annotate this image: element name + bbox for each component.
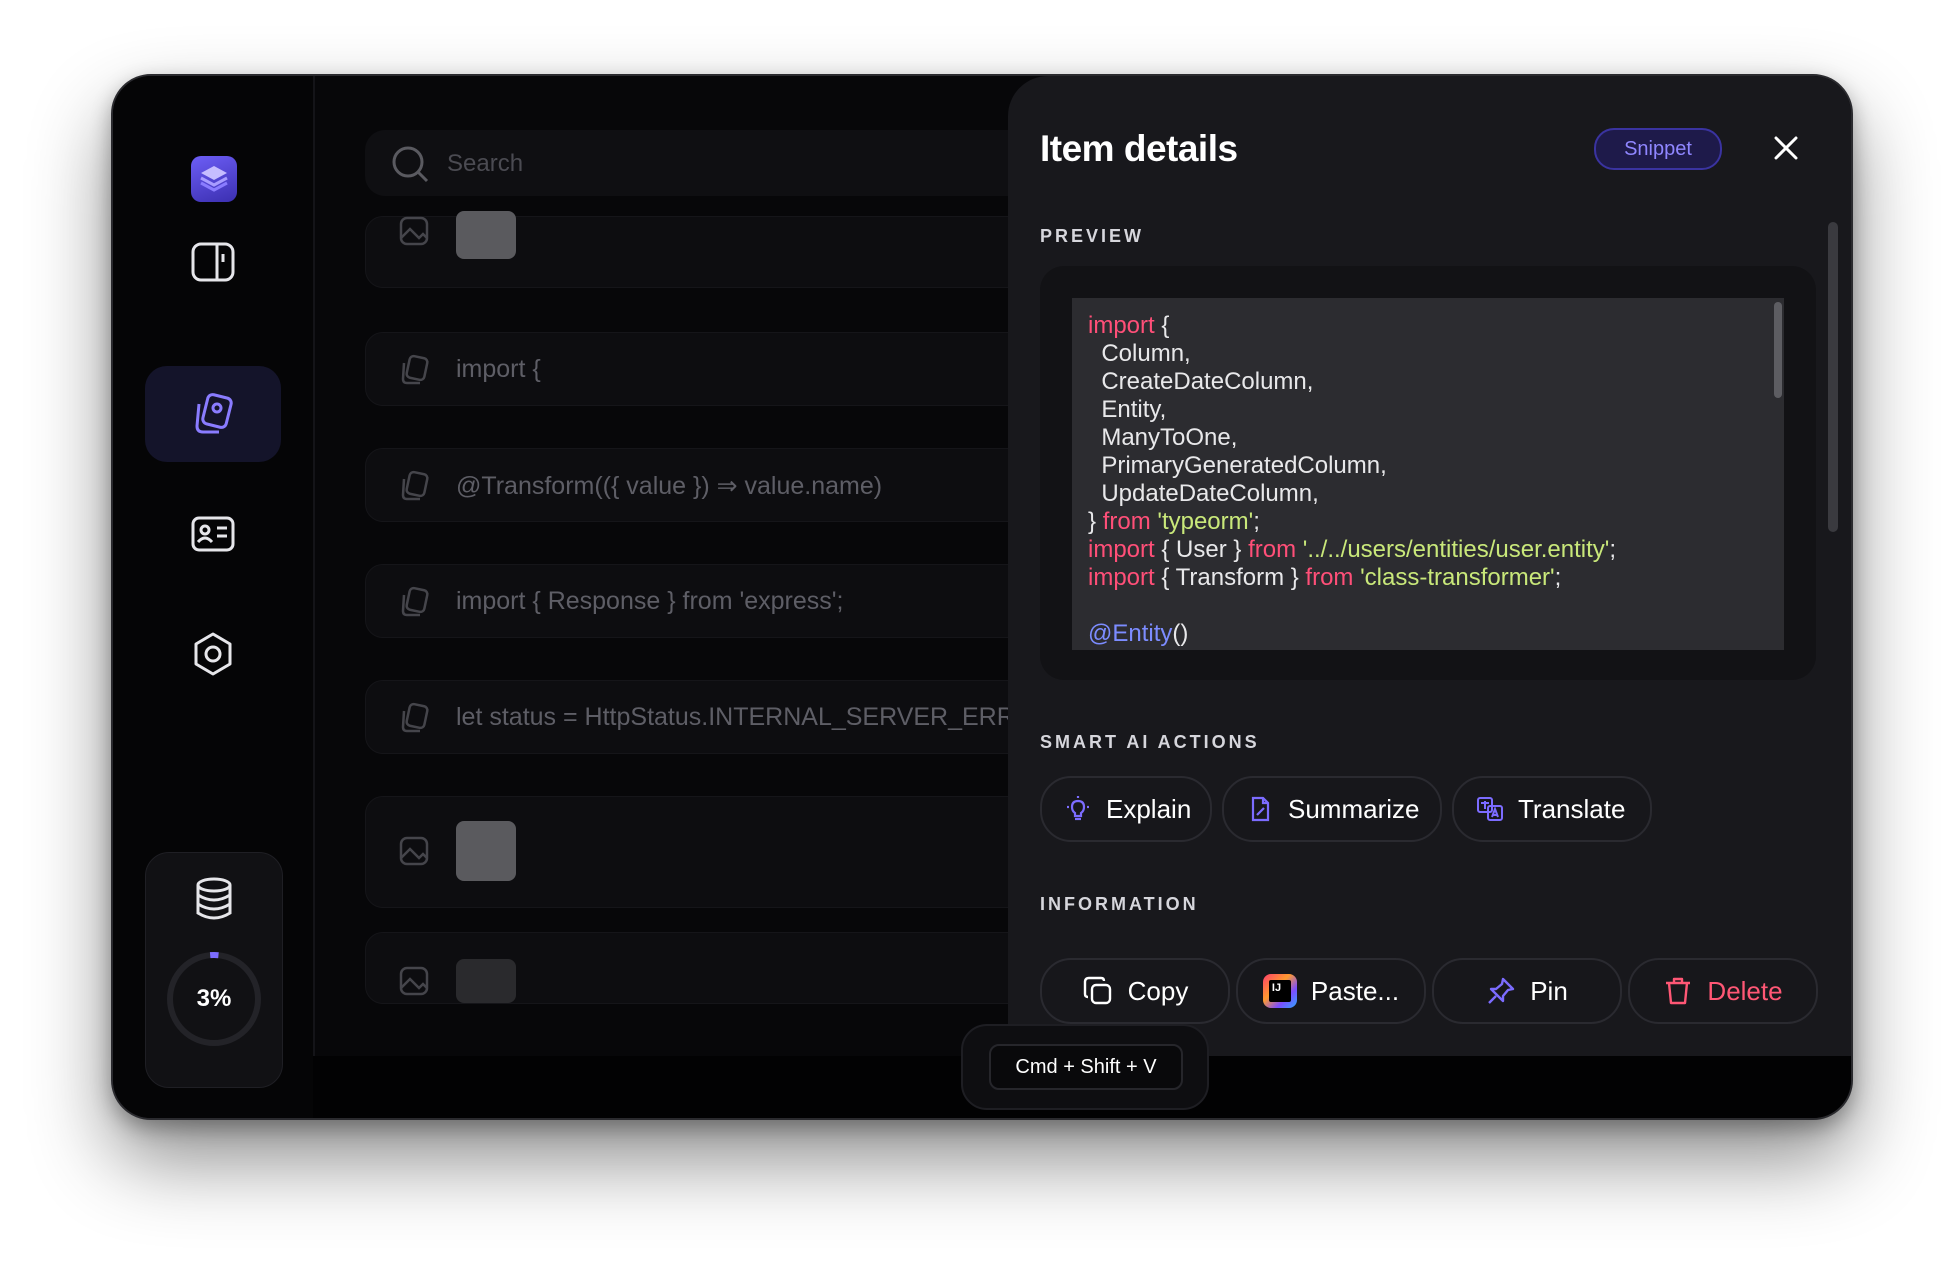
explain-label: Explain <box>1106 793 1192 824</box>
search-icon <box>392 146 429 183</box>
image-icon <box>399 966 429 996</box>
copy-icon <box>1083 976 1111 1005</box>
code-preview[interactable]: import { Column, CreateDateColumn, Entit… <box>1072 298 1784 650</box>
pin-button[interactable]: Pin <box>1432 958 1622 1024</box>
panel-scrollbar[interactable] <box>1828 222 1838 532</box>
search-input[interactable]: Search <box>447 150 523 178</box>
copy-button[interactable]: Copy <box>1040 958 1230 1024</box>
image-icon <box>399 216 429 246</box>
delete-label: Delete <box>1707 975 1783 1006</box>
list-item-text: import { <box>456 355 541 383</box>
image-icon <box>399 836 429 866</box>
pin-icon <box>1488 977 1515 1004</box>
list-item-text: import { Response } from 'express'; <box>456 587 844 615</box>
preview-label: PREVIEW <box>1040 226 1145 246</box>
list-item-text: let status = HttpStatus.INTERNAL_SERVER_… <box>456 703 1033 731</box>
preview-box: import { Column, CreateDateColumn, Entit… <box>1040 266 1816 680</box>
clipboard-icon[interactable] <box>189 390 237 438</box>
information-label: INFORMATION <box>1040 894 1199 914</box>
delete-button[interactable]: Delete <box>1628 958 1818 1024</box>
panel-title: Item details <box>1040 128 1238 169</box>
summarize-icon <box>1251 796 1270 822</box>
translate-icon <box>1477 797 1503 821</box>
code-scrollbar[interactable] <box>1774 302 1782 398</box>
explain-button[interactable]: Explain <box>1040 776 1212 842</box>
paste-button[interactable]: IJ Paste... <box>1236 958 1426 1024</box>
database-icon <box>190 875 238 923</box>
image-thumbnail <box>456 211 516 259</box>
trash-icon <box>1666 977 1691 1005</box>
sidebar: 3% <box>113 76 315 1118</box>
snippet-icon <box>401 470 429 501</box>
code-text: import { Column, CreateDateColumn, Entit… <box>1088 312 1617 647</box>
snippet-icon <box>401 586 429 617</box>
shortcut-hint: Cmd + Shift + V <box>961 1024 1209 1110</box>
summarize-button[interactable]: Summarize <box>1222 776 1442 842</box>
image-thumbnail <box>456 959 516 1003</box>
copy-label: Copy <box>1127 975 1189 1006</box>
summarize-label: Summarize <box>1288 793 1420 824</box>
pin-label: Pin <box>1530 975 1568 1006</box>
settings-icon[interactable] <box>189 630 237 678</box>
lightbulb-icon <box>1067 796 1089 821</box>
app-logo-icon[interactable] <box>191 156 237 202</box>
storage-card: 3% <box>145 852 283 1088</box>
contact-card-icon[interactable] <box>189 510 237 558</box>
app-window: 3% Search import { @Transform(({ value }… <box>111 74 1853 1120</box>
intellij-app-icon: IJ <box>1262 974 1297 1008</box>
shortcut-keys: Cmd + Shift + V <box>989 1044 1183 1090</box>
snippet-icon <box>401 702 429 733</box>
item-details-panel: Item details Snippet PREVIEW import { Co… <box>1008 76 1851 1056</box>
list-item-text: @Transform(({ value }) ⇒ value.name) <box>456 472 883 500</box>
storage-percent: 3% <box>196 985 232 1012</box>
ai-actions-label: SMART AI ACTIONS <box>1040 732 1260 752</box>
storage-progress-ring: 3% <box>164 949 264 1049</box>
translate-label: Translate <box>1518 793 1626 824</box>
image-thumbnail <box>456 821 516 881</box>
panel-toggle-icon[interactable] <box>189 238 237 286</box>
close-icon[interactable] <box>1770 132 1802 164</box>
paste-label: Paste... <box>1310 975 1400 1006</box>
translate-button[interactable]: Translate <box>1452 776 1652 842</box>
snippet-icon <box>401 354 429 385</box>
type-badge: Snippet <box>1594 128 1722 170</box>
